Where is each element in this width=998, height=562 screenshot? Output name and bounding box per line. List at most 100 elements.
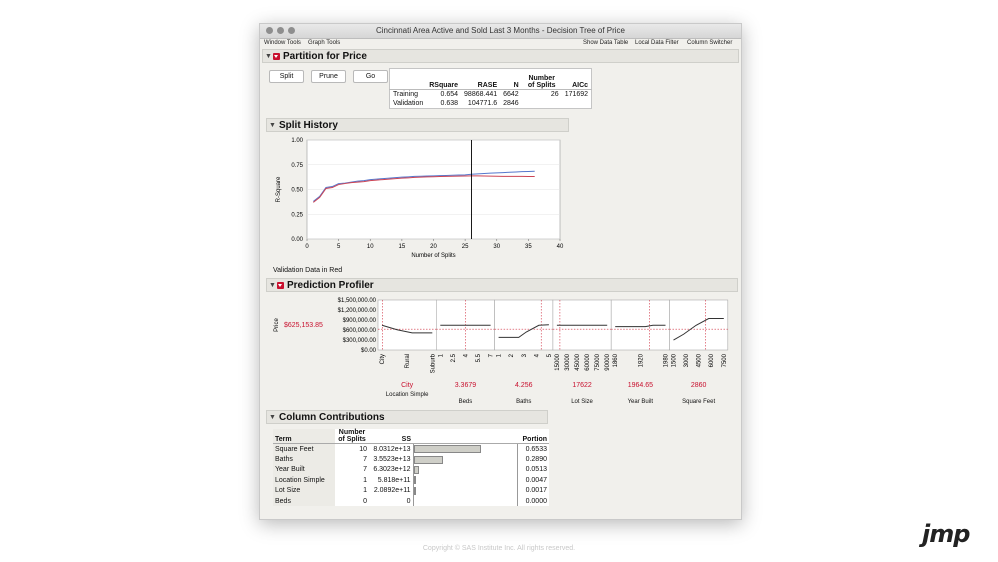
header-rase: RASE (461, 68, 501, 90)
portion-bar-cell (412, 485, 518, 496)
factor-label: Baths (516, 399, 532, 405)
factor-tick-label: 2 (509, 353, 515, 357)
header-n: N (500, 68, 522, 90)
portion-bar (413, 445, 481, 454)
prune-button[interactable]: Prune (311, 70, 346, 83)
factor-tick-label: 7 (489, 353, 495, 357)
x-tick-label: 15 (399, 244, 406, 250)
factor-tick-label: 5 (547, 353, 553, 357)
prediction-profiler[interactable]: Price $625,153.85 $1,500,000.00 $1,200,000.… (270, 294, 740, 412)
table-row: Baths 7 3.5523e+13 0.2890 (273, 454, 549, 465)
disclosure-triangle-icon[interactable]: ▼ (269, 122, 276, 129)
factor-current-value[interactable]: 3.3679 (435, 382, 495, 389)
row-label: Validation (393, 100, 424, 107)
portion-bar-cell (412, 464, 518, 476)
window-title: Cincinnati Area Active and Sold Last 3 M… (375, 26, 625, 35)
factor-tick-label: 1 (497, 353, 503, 357)
header-number-of-splits: Number of Splits (335, 429, 369, 444)
menu-graph-tools[interactable]: Graph Tools (308, 40, 340, 46)
contribution-splits: 7 (363, 456, 367, 464)
table-row: Lot Size 1 2.0892e+11 0.0017 (273, 485, 549, 496)
title-bar: Cincinnati Area Active and Sold Last 3 M… (260, 24, 741, 39)
contribution-splits: 0 (363, 497, 367, 505)
factor-label: Location Simple (385, 392, 429, 398)
cell-n: 6642 (503, 91, 519, 98)
factor-tick-label: 1980 (664, 353, 670, 367)
factor-tick-label: 90000 (605, 353, 611, 370)
jmp-logo: jmp (922, 520, 970, 548)
copyright: Copyright © SAS Institute Inc. All right… (422, 545, 576, 552)
split-button[interactable]: Split (269, 70, 304, 83)
profiler-y-tick: $0.00 (361, 348, 377, 354)
factor-label: Square Feet (682, 399, 716, 405)
table-row: Beds 0 0 0.0000 (273, 495, 549, 507)
factor-current-value[interactable]: 1964.65 (610, 382, 670, 389)
factor-tick-label: 4500 (697, 353, 703, 367)
profiler-panel (669, 299, 729, 351)
split-history-header[interactable]: ▼ Split History (266, 118, 569, 132)
x-tick-label: 30 (493, 244, 500, 250)
contribution-term: Baths (273, 454, 335, 465)
factor-label: Year Built (627, 399, 654, 405)
factor-tick-label: 75000 (595, 353, 601, 370)
profiler-y-tick: $1,500,000.00 (338, 298, 377, 304)
cell-aicc (562, 99, 592, 109)
contribution-ss: 0 (406, 497, 411, 505)
portion-bar-cell (412, 443, 518, 455)
menu-bar: Window Tools Graph Tools Show Data Table… (260, 39, 741, 48)
contribution-splits: 7 (363, 466, 367, 474)
table-row: Location Simple 1 5.818e+11 0.0047 (273, 475, 549, 486)
factor-tick-label: 7500 (722, 353, 728, 367)
disclosure-triangle-icon[interactable]: ▼ (265, 53, 272, 60)
profiler-y-tick: $600,000.00 (343, 328, 377, 334)
disclosure-triangle-icon[interactable]: ▼ (269, 282, 276, 289)
factor-current-value[interactable]: 4.256 (494, 382, 554, 389)
y-tick-label: 0.25 (291, 212, 303, 218)
cell-splits (522, 99, 562, 109)
prediction-profiler-header[interactable]: ▼ Prediction Profiler (266, 278, 738, 292)
profiler-y-tick: $300,000.00 (343, 338, 377, 344)
x-tick-label: 0 (305, 244, 309, 250)
red-triangle-menu-icon[interactable] (273, 53, 280, 60)
contribution-term: Beds (273, 495, 335, 507)
column-contributions-header[interactable]: ▼ Column Contributions (266, 410, 548, 424)
column-contributions-title: Column Contributions (279, 412, 385, 423)
portion-bar-cell (412, 495, 518, 507)
portion-bar-cell (412, 475, 518, 486)
factor-current-value[interactable]: 17622 (552, 382, 612, 389)
contribution-term: Square Feet (273, 443, 335, 455)
y-tick-label: 0.50 (291, 188, 303, 194)
contribution-term: Lot Size (273, 485, 335, 496)
jmp-report-window: Cincinnati Area Active and Sold Last 3 M… (259, 23, 742, 520)
portion-bar (413, 486, 416, 495)
contribution-splits: 10 (359, 445, 367, 453)
contribution-ss: 8.0312e+13 (373, 445, 411, 453)
menu-column-switcher[interactable]: Column Switcher (687, 40, 732, 46)
factor-tick-label: 4 (463, 353, 469, 357)
table-row: Year Built 7 6.3023e+12 0.0513 (273, 464, 549, 476)
go-button[interactable]: Go (353, 70, 388, 83)
factor-tick-label: 1500 (672, 353, 678, 367)
factor-tick-label: 60000 (585, 353, 591, 370)
partition-title: Partition for Price (283, 51, 367, 62)
menu-local-data-filter[interactable]: Local Data Filter (635, 40, 679, 46)
contribution-term: Location Simple (273, 475, 335, 486)
table-row: Square Feet 10 8.0312e+13 0.6533 (273, 443, 549, 455)
header-aicc: AICc (561, 68, 592, 90)
x-axis-label: Number of Splits (411, 253, 455, 259)
header-ss: SS (369, 429, 413, 444)
factor-tick-label: 3 (522, 353, 528, 357)
factor-current-value[interactable]: City (377, 382, 437, 389)
menu-show-data-table[interactable]: Show Data Table (583, 40, 628, 46)
factor-current-value[interactable]: 2860 (669, 382, 729, 389)
disclosure-triangle-icon[interactable]: ▼ (269, 414, 276, 421)
partition-header[interactable]: ▼ Partition for Price (262, 49, 739, 63)
red-triangle-menu-icon[interactable] (277, 282, 284, 289)
validation-note: Validation Data in Red (273, 267, 343, 274)
y-tick-label: 0.00 (291, 237, 303, 243)
cell-rsquare: 0.638 (440, 100, 459, 107)
prediction-profiler-title: Prediction Profiler (287, 280, 374, 291)
y-tick-label: 0.75 (291, 163, 303, 169)
portion-bar-cell (412, 454, 518, 465)
menu-window-tools[interactable]: Window Tools (264, 40, 301, 46)
